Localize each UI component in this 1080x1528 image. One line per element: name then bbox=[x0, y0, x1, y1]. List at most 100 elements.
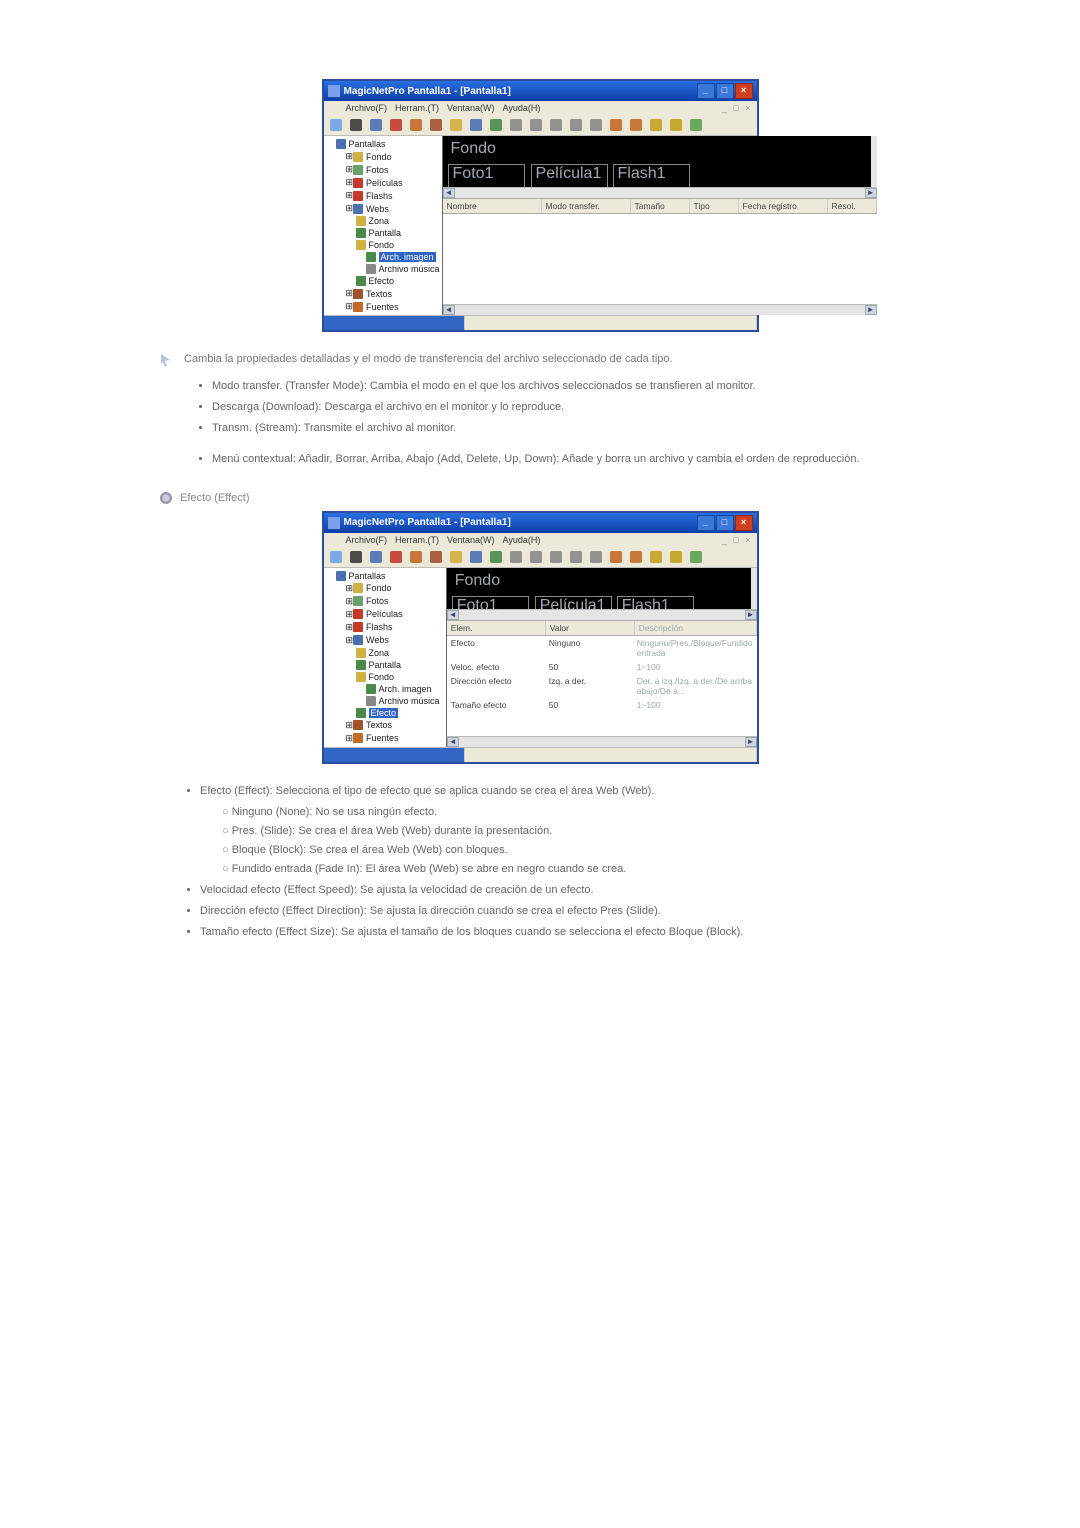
canvas-area[interactable]: Fondo Foto1 Película1 Flash1 Web1 Texto1… bbox=[443, 136, 877, 187]
tree-item[interactable]: ⊞ Películas bbox=[346, 608, 444, 621]
grid-body[interactable]: EfectoNingunoNinguno/Pres./Bloque/Fundid… bbox=[447, 636, 757, 736]
tree-item[interactable]: ⊞ Webs bbox=[346, 202, 440, 215]
cell-valor[interactable]: 50 bbox=[545, 699, 633, 711]
maximize-button[interactable]: □ bbox=[716, 515, 734, 531]
text-icon[interactable] bbox=[428, 117, 444, 133]
tree-item[interactable]: Efecto bbox=[356, 707, 444, 719]
scroll-right-icon[interactable]: ► bbox=[745, 737, 757, 747]
menu-window[interactable]: Ventana(W) bbox=[447, 535, 495, 545]
help-icon[interactable] bbox=[688, 549, 704, 565]
table-row[interactable]: Tamaño efecto501~100 bbox=[447, 698, 757, 712]
area-flash1[interactable]: Flash1 bbox=[617, 596, 694, 609]
record-icon[interactable] bbox=[388, 549, 404, 565]
mdi-controls[interactable]: _ □ × bbox=[722, 103, 753, 113]
titlebar[interactable]: MagicNetPro Pantalla1 - [Pantalla1] _ □ … bbox=[324, 513, 757, 533]
table-row[interactable]: EfectoNingunoNinguno/Pres./Bloque/Fundid… bbox=[447, 636, 757, 660]
new-icon[interactable] bbox=[328, 117, 344, 133]
area-foto1[interactable]: Foto1 bbox=[452, 596, 529, 609]
canvas-area[interactable]: Fondo Foto1 Película1 Flash1 Web1 Texto1… bbox=[447, 568, 757, 609]
picture-icon[interactable] bbox=[488, 549, 504, 565]
send-back-icon[interactable] bbox=[608, 549, 624, 565]
bring-front-icon[interactable] bbox=[628, 549, 644, 565]
gear-icon[interactable] bbox=[588, 549, 604, 565]
gear-icon[interactable] bbox=[588, 117, 604, 133]
record-icon[interactable] bbox=[388, 117, 404, 133]
menu-help[interactable]: Ayuda(H) bbox=[503, 103, 541, 113]
tree-item[interactable]: ⊞ Flashs bbox=[346, 621, 444, 634]
tree-item[interactable]: Arch. imagen bbox=[366, 251, 440, 263]
scroll-left-icon[interactable]: ◄ bbox=[443, 305, 455, 315]
minimize-button[interactable]: _ bbox=[697, 515, 715, 531]
tree-root[interactable]: Pantallas bbox=[336, 570, 444, 582]
tree-root[interactable]: Pantallas bbox=[336, 138, 440, 150]
palette-icon[interactable] bbox=[408, 549, 424, 565]
globe-icon[interactable] bbox=[368, 549, 384, 565]
picture-icon[interactable] bbox=[488, 117, 504, 133]
tree-item[interactable]: Arch. imagen bbox=[366, 683, 444, 695]
col-tamano[interactable]: Tamaño bbox=[631, 199, 690, 213]
maximize-button[interactable]: □ bbox=[716, 83, 734, 99]
menu-file[interactable]: Archivo(F) bbox=[346, 535, 388, 545]
music-icon[interactable] bbox=[568, 117, 584, 133]
area-foto1[interactable]: Foto1 bbox=[448, 164, 525, 187]
tree-item[interactable]: Fondo bbox=[356, 239, 440, 251]
menu-tools[interactable]: Herram.(T) bbox=[395, 535, 439, 545]
cell-valor[interactable]: 50 bbox=[545, 661, 633, 673]
tree-item[interactable]: Efecto bbox=[356, 275, 440, 287]
copy-icon[interactable] bbox=[528, 117, 544, 133]
tree-item[interactable]: ⊞ Fuentes bbox=[346, 300, 440, 313]
new-icon[interactable] bbox=[328, 549, 344, 565]
scroll-left-icon[interactable]: ◄ bbox=[447, 737, 459, 747]
folder-icon[interactable] bbox=[448, 117, 464, 133]
tree-item[interactable]: Zona bbox=[356, 215, 440, 227]
send-back-icon[interactable] bbox=[608, 117, 624, 133]
undo-icon[interactable] bbox=[648, 117, 664, 133]
scroll-right-icon[interactable]: ► bbox=[865, 305, 877, 315]
paste-icon[interactable] bbox=[548, 549, 564, 565]
cell-valor[interactable]: Izq. a der. bbox=[545, 675, 633, 697]
col-modo[interactable]: Modo transfer. bbox=[542, 199, 631, 213]
tree-item[interactable]: Zona bbox=[356, 647, 444, 659]
tree-item[interactable]: Pantalla bbox=[356, 227, 440, 239]
area-flash1[interactable]: Flash1 bbox=[613, 164, 690, 187]
tree-item[interactable]: ⊞ Fotos bbox=[346, 595, 444, 608]
col-elem[interactable]: Elem. bbox=[447, 621, 546, 635]
tree-item[interactable]: Archivo música bbox=[366, 695, 444, 707]
tree-item[interactable]: Fondo bbox=[356, 671, 444, 683]
tree-item[interactable]: ⊞ Webs bbox=[346, 634, 444, 647]
tree-item[interactable]: ⊞ Fondo bbox=[346, 582, 444, 595]
tree-item[interactable]: ⊞ Fuentes bbox=[346, 732, 444, 745]
grid-body-empty[interactable] bbox=[443, 214, 877, 304]
tree-item[interactable]: ⊞ Fondo bbox=[346, 150, 440, 163]
disk-icon[interactable] bbox=[468, 117, 484, 133]
col-nombre[interactable]: Nombre bbox=[443, 199, 542, 213]
cell-valor[interactable]: Ninguno bbox=[545, 637, 633, 659]
redo-icon[interactable] bbox=[668, 549, 684, 565]
table-row[interactable]: Dirección efectoIzq. a der.Der. a izq./I… bbox=[447, 674, 757, 698]
canvas-hscroll[interactable]: ◄ ► bbox=[447, 609, 757, 620]
music-icon[interactable] bbox=[568, 549, 584, 565]
tree-item[interactable]: Archivo música bbox=[366, 263, 440, 275]
menu-tools[interactable]: Herram.(T) bbox=[395, 103, 439, 113]
monitor-icon[interactable] bbox=[348, 117, 364, 133]
area-pelicula1[interactable]: Película1 bbox=[531, 164, 608, 187]
close-button[interactable]: × bbox=[735, 83, 753, 99]
cut-icon[interactable] bbox=[508, 549, 524, 565]
col-desc[interactable]: Descripción bbox=[635, 621, 757, 635]
help-icon[interactable] bbox=[688, 117, 704, 133]
tree-item[interactable]: ⊞ Flashs bbox=[346, 189, 440, 202]
tree-item[interactable]: ⊞ Películas bbox=[346, 176, 440, 189]
col-tipo[interactable]: Tipo bbox=[690, 199, 739, 213]
palette-icon[interactable] bbox=[408, 117, 424, 133]
monitor-icon[interactable] bbox=[348, 549, 364, 565]
col-fecha[interactable]: Fecha registro bbox=[739, 199, 828, 213]
cut-icon[interactable] bbox=[508, 117, 524, 133]
text-icon[interactable] bbox=[428, 549, 444, 565]
canvas-hscroll[interactable]: ◄ ► bbox=[443, 187, 877, 198]
minimize-button[interactable]: _ bbox=[697, 83, 715, 99]
mdi-controls[interactable]: _ □ × bbox=[722, 535, 753, 545]
tree-item[interactable]: Pantalla bbox=[356, 659, 444, 671]
scroll-right-icon[interactable]: ► bbox=[745, 610, 757, 620]
disk-icon[interactable] bbox=[468, 549, 484, 565]
menu-file[interactable]: Archivo(F) bbox=[346, 103, 388, 113]
